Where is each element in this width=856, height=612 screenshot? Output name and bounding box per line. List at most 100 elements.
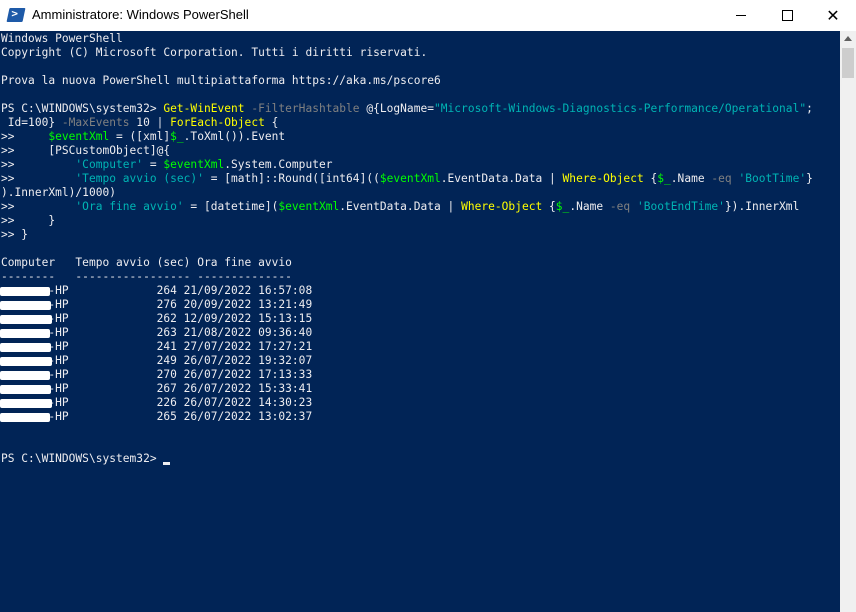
computer-name-suffix: -HP: [48, 340, 69, 353]
redaction-mark: [0, 301, 51, 310]
computer-name-suffix: -HP: [48, 326, 69, 339]
vertical-scrollbar[interactable]: [840, 31, 856, 612]
command-line: >> }: [1, 228, 28, 242]
command-token: >>: [1, 200, 76, 213]
command-token: $_: [657, 172, 671, 185]
boot-time-cell: 262: [156, 312, 177, 325]
command-token: $eventXml: [379, 172, 441, 185]
command-token: -eq: [603, 200, 631, 213]
boot-end-time-cell: 20/09/2022 13:21:49: [183, 298, 313, 311]
table-separator: -------- ----------------- -------------…: [1, 270, 292, 283]
command-line: PS C:\WINDOWS\system32> Get-WinEvent -Fi…: [1, 102, 813, 116]
computer-name-suffix: -HP: [48, 368, 69, 381]
command-token: Id=100}: [1, 116, 56, 129]
command-token: 'Tempo avvio (sec)': [75, 172, 204, 185]
boot-end-time-cell: 26/07/2022 14:30:23: [183, 396, 313, 409]
command-token: .System.Computer: [224, 158, 333, 171]
command-token: >> }: [1, 214, 56, 227]
boot-time-cell: 276: [156, 298, 177, 311]
command-line: >> 'Tempo avvio (sec)' = [math]::Round([…: [1, 172, 813, 186]
boot-time-cell: 241: [156, 340, 177, 353]
redaction-mark: [0, 371, 50, 380]
scroll-up-arrow-icon[interactable]: [844, 36, 852, 41]
command-token: >>: [1, 172, 76, 185]
command-token: = [math]::Round([int64]((: [203, 172, 380, 185]
redaction-mark: [0, 329, 50, 338]
command-token: PS C:\WINDOWS\system32>: [1, 102, 164, 115]
boot-time-cell: 249: [156, 354, 177, 367]
command-token: 10 |: [129, 116, 171, 129]
command-token: {: [264, 116, 279, 129]
command-token: 'BootTime': [738, 172, 807, 185]
header-line: Prova la nuova PowerShell multipiattafor…: [1, 74, 441, 87]
scrollbar-thumb[interactable]: [842, 48, 854, 78]
command-token: Where-Object: [461, 200, 543, 213]
command-token: .Name: [670, 172, 705, 185]
redaction-mark: [0, 315, 52, 324]
command-token: $_: [170, 130, 184, 143]
minimize-button[interactable]: [718, 0, 764, 31]
boot-end-time-cell: 26/07/2022 19:32:07: [183, 354, 313, 367]
command-token: }).InnerXml: [724, 200, 800, 213]
command-token: ForEach-Object: [170, 116, 265, 129]
text-cursor: [163, 462, 171, 465]
boot-time-cell: 263: [156, 326, 177, 339]
redaction-mark: [0, 287, 50, 296]
command-token: .ToXml()).Event: [183, 130, 286, 143]
maximize-icon: [781, 10, 793, 21]
command-line: Id=100} -MaxEvents 10 | ForEach-Object {: [1, 116, 279, 130]
computer-name-suffix: -HP: [48, 284, 69, 297]
boot-end-time-cell: 26/07/2022 17:13:33: [183, 368, 313, 381]
boot-end-time-cell: 26/07/2022 15:33:41: [183, 382, 313, 395]
console-output[interactable]: Windows PowerShell Copyright (C) Microsof…: [0, 31, 840, 612]
command-token: }: [806, 172, 813, 185]
redaction-mark: [0, 385, 51, 394]
command-token: -eq: [704, 172, 732, 185]
command-token: ).InnerXml)/1000): [1, 186, 117, 199]
command-line: >> 'Computer' = $eventXml.System.Compute…: [1, 158, 333, 172]
command-token: >> }: [1, 228, 29, 241]
command-line: >> 'Ora fine avvio' = [datetime]($eventX…: [1, 200, 799, 214]
maximize-button[interactable]: [764, 0, 810, 31]
header-line: Windows PowerShell: [1, 32, 123, 45]
command-token: -MaxEvents: [55, 116, 130, 129]
command-token: $eventXml: [163, 158, 225, 171]
command-token: .EventData.Data |: [440, 172, 563, 185]
boot-end-time-cell: 21/09/2022 16:57:08: [183, 284, 313, 297]
title-bar[interactable]: > Amministratore: Windows PowerShell ✕: [0, 0, 856, 31]
command-token: .Name: [569, 200, 604, 213]
command-token: >> [PSCustomObject]@{: [1, 144, 171, 157]
command-token: =: [143, 158, 164, 171]
command-line: >> }: [1, 214, 55, 228]
command-token: {: [643, 172, 658, 185]
command-token: $_: [555, 200, 570, 213]
boot-time-cell: 270: [156, 368, 177, 381]
command-token: ;: [806, 102, 813, 115]
window-title: Amministratore: Windows PowerShell: [32, 7, 249, 22]
command-token: 'Computer': [75, 158, 144, 171]
boot-end-time-cell: 12/09/2022 15:13:15: [183, 312, 313, 325]
computer-name-suffix: -HP: [48, 382, 69, 395]
redaction-mark: [0, 343, 51, 352]
command-token: $eventXml: [278, 200, 340, 213]
close-icon: ✕: [826, 6, 840, 25]
command-token: "Microsoft-Windows-Diagnostics-Performan…: [434, 102, 807, 115]
boot-end-time-cell: 27/07/2022 17:27:21: [183, 340, 313, 353]
close-button[interactable]: ✕: [810, 0, 856, 31]
command-token: Where-Object: [562, 172, 644, 185]
